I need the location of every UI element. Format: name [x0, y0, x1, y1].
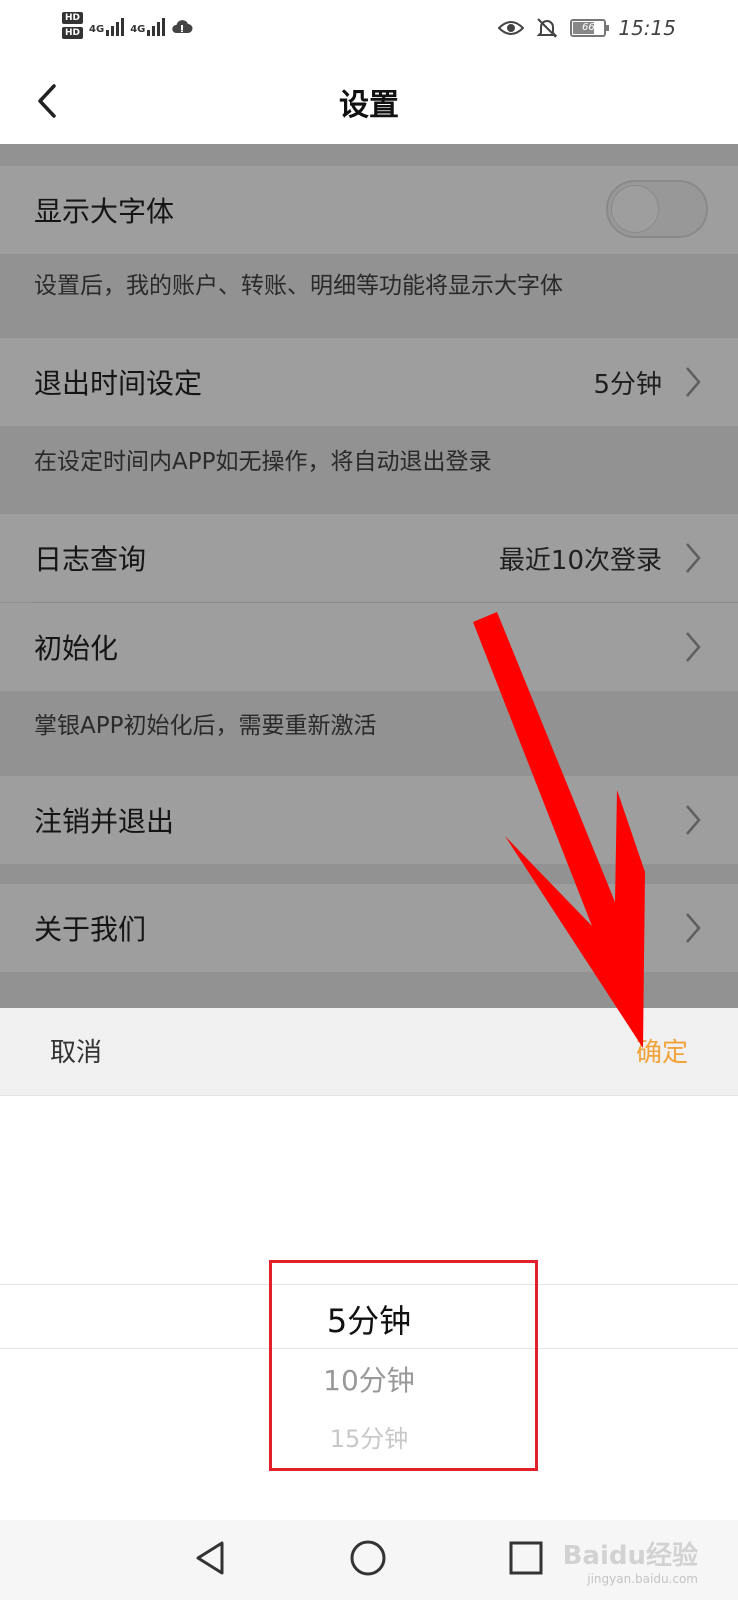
cancel-button[interactable]: 取消	[50, 1032, 102, 1069]
hd-badge-2: HD	[62, 27, 84, 39]
net-type-2: 4G	[130, 23, 146, 35]
baidu-watermark-logo: Baidu经验 jingyan.baidu.com	[563, 1535, 698, 1586]
nav-back-icon[interactable]	[192, 1538, 232, 1578]
bell-off-icon	[536, 18, 558, 38]
signal-icon	[147, 16, 166, 36]
nav-recents-icon[interactable]	[506, 1538, 546, 1578]
signal-1: 4G	[89, 16, 125, 36]
modal-overlay[interactable]	[0, 144, 738, 1008]
signal-2: 4G	[130, 16, 166, 36]
watermark-url: jingyan.baidu.com	[587, 1572, 698, 1586]
status-left: HD HD 4G 4G	[62, 12, 193, 39]
cloud-icon	[172, 19, 193, 33]
nav-home-icon[interactable]	[348, 1538, 388, 1578]
hd-badge-1: HD	[62, 12, 84, 24]
signal-icon	[106, 16, 125, 36]
net-type-1: 4G	[89, 23, 105, 35]
hd-indicators: HD HD	[62, 12, 84, 39]
confirm-button[interactable]: 确定	[636, 1032, 688, 1069]
status-right: 66 15:15	[498, 16, 676, 40]
battery-indicator: 66	[570, 19, 610, 37]
page-title: 设置	[339, 88, 399, 123]
app-header: 设置	[0, 58, 738, 144]
picker-toolbar: 取消 确定	[0, 1008, 738, 1096]
clock: 15:15	[618, 16, 676, 40]
eye-icon	[498, 21, 525, 35]
watermark-brand: Baidu经验	[562, 1541, 698, 1571]
battery-level: 66	[581, 22, 595, 33]
annotation-highlight-box	[269, 1260, 538, 1471]
status-bar: HD HD 4G 4G 66 15:15	[0, 0, 738, 58]
